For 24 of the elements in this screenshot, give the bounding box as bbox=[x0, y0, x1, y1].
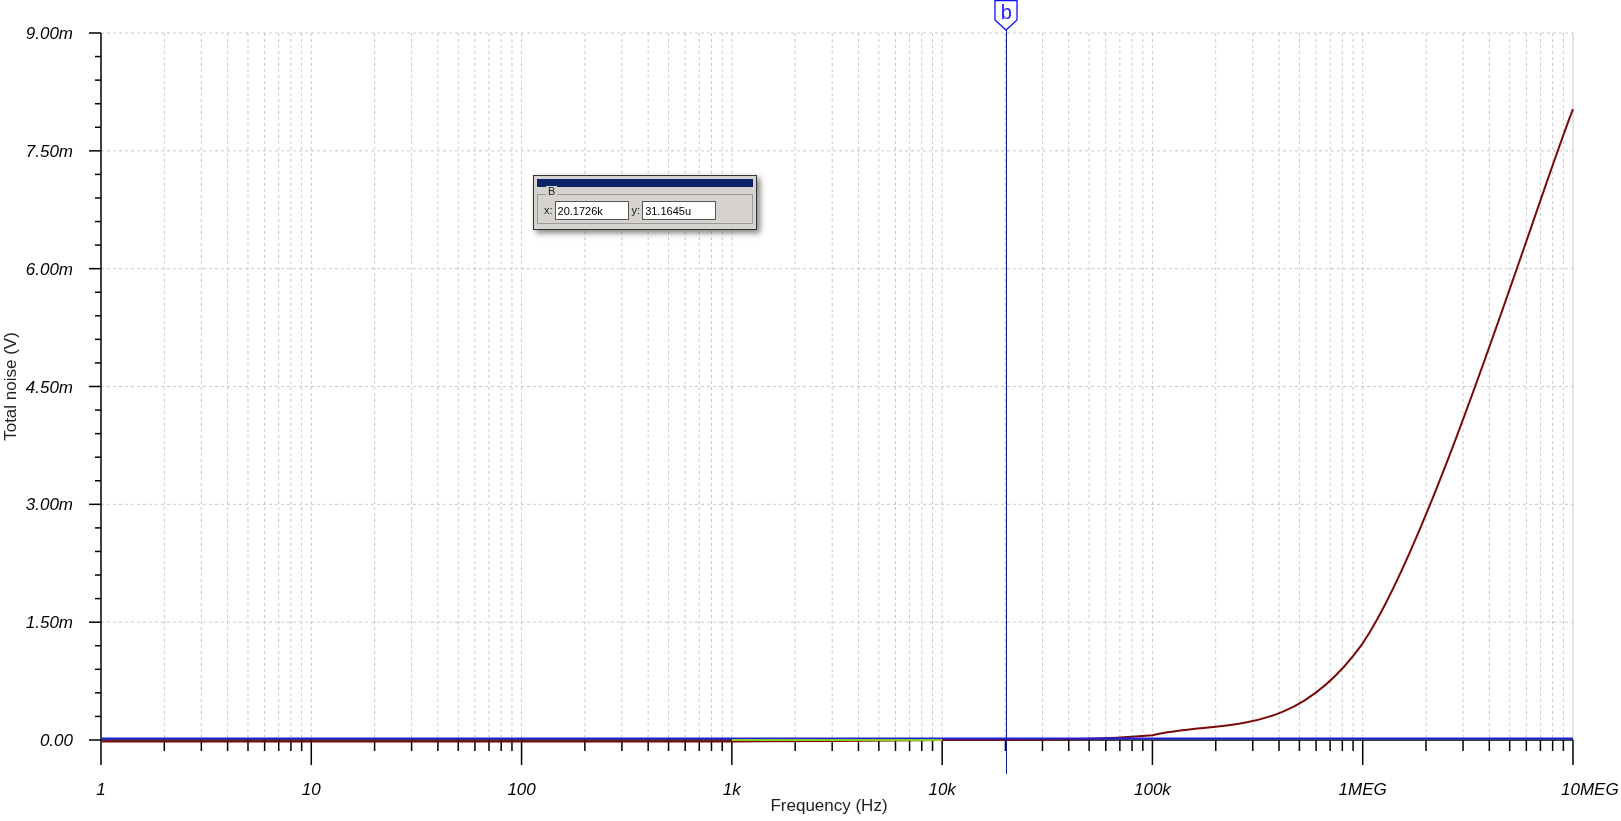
x-value-field[interactable]: 20.1726k bbox=[554, 201, 629, 220]
x-axis-title: Frequency (Hz) bbox=[770, 796, 888, 815]
y-tick-label: 4.50m bbox=[25, 377, 73, 397]
y-tick-label: 0.00 bbox=[39, 731, 73, 750]
x-tick-label: 1k bbox=[722, 780, 741, 799]
x-label: x: bbox=[544, 203, 553, 219]
y-tick-label: 3.00m bbox=[25, 495, 73, 515]
x-tick-label: 10 bbox=[301, 780, 321, 799]
group-title: B bbox=[546, 186, 558, 197]
x-tick-label: 100 bbox=[507, 780, 536, 799]
x-tick-label: 100k bbox=[1134, 780, 1171, 799]
x-tick-label: 10k bbox=[928, 780, 956, 799]
y-tick-label: 1.50m bbox=[25, 613, 73, 633]
x-tick-label: 1 bbox=[96, 780, 106, 799]
cursor-line[interactable] bbox=[1005, 28, 1007, 774]
y-label: y: bbox=[631, 203, 641, 219]
cursor-marker[interactable]: b bbox=[994, 0, 1019, 31]
y-tick-label: 9.00m bbox=[25, 24, 73, 43]
y-tick-label: 7.50m bbox=[25, 141, 73, 161]
y-axis-title: Total noise (V) bbox=[1, 332, 20, 441]
x-tick-label: 10MEG bbox=[1561, 780, 1619, 799]
x-tick-label: 1MEG bbox=[1338, 780, 1387, 799]
y-value-field[interactable]: 31.1645u bbox=[642, 201, 717, 220]
y-tick-label: 6.00m bbox=[25, 259, 73, 279]
